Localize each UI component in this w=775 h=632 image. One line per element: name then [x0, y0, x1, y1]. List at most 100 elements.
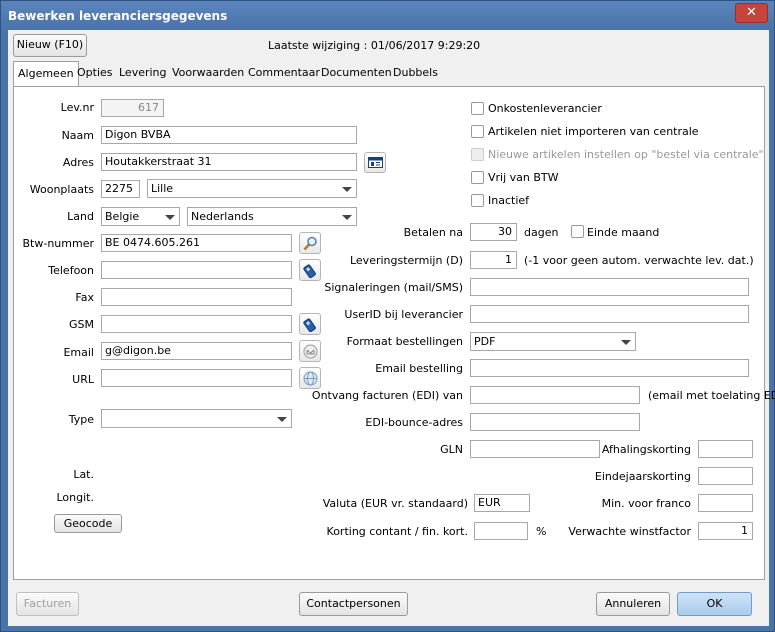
magnifier-icon: [303, 236, 317, 251]
korting-contant-label: Korting contant / fin. kort.: [326, 525, 468, 538]
land-value: Belgie: [105, 210, 140, 223]
land-select[interactable]: Belgie: [101, 207, 180, 226]
address-card-button[interactable]: [364, 152, 386, 173]
taal-select[interactable]: Nederlands: [187, 207, 357, 226]
general-tab-panel: Lev.nr 617 Naam Digon BVBA Adres Houtakk…: [13, 86, 775, 580]
tab-levering[interactable]: Levering: [119, 63, 167, 85]
edi-bounce-field[interactable]: [470, 413, 640, 431]
onkosten-label: Onkostenleverancier: [488, 102, 602, 115]
edi-bounce-label: EDI-bounce-adres: [365, 416, 463, 429]
chevron-down-icon: [277, 417, 287, 422]
btw-check-button[interactable]: [299, 232, 321, 254]
type-select[interactable]: [101, 409, 292, 428]
postcode-field[interactable]: 2275: [101, 180, 140, 198]
naam-field[interactable]: Digon BVBA: [101, 126, 357, 144]
onkosten-checkbox[interactable]: [471, 102, 484, 115]
ok-button[interactable]: OK: [677, 592, 752, 616]
ontvang-facturen-hint: (email met toelating EDI: [648, 389, 775, 402]
niet-importeren-label: Artikelen niet importeren van centrale: [488, 125, 699, 138]
btw-label: Btw-nummer: [22, 237, 95, 250]
chevron-down-icon: [342, 187, 352, 192]
telefoon-field[interactable]: [101, 261, 292, 279]
geocode-button[interactable]: Geocode: [54, 514, 122, 533]
adres-field[interactable]: Houtakkerstraat 31: [101, 153, 357, 171]
vrij-btw-label: Vrij van BTW: [488, 171, 559, 184]
lat-label: Lat.: [73, 468, 94, 481]
url-label: URL: [72, 373, 94, 386]
signaleringen-field[interactable]: [470, 278, 749, 296]
chevron-down-icon: [165, 215, 175, 220]
niet-importeren-checkbox[interactable]: [471, 125, 484, 138]
url-field[interactable]: [101, 369, 292, 387]
betalen-field[interactable]: 30: [470, 223, 517, 241]
dialog-footer: Facturen Contactpersonen Annuleren OK: [8, 580, 769, 626]
tab-commentaar[interactable]: Commentaar: [248, 63, 320, 85]
gemeente-select[interactable]: Lille: [147, 179, 357, 198]
gln-field[interactable]: [470, 440, 600, 458]
userid-field[interactable]: [470, 305, 749, 323]
gemeente-value: Lille: [151, 182, 174, 195]
formaat-label: Formaat bestellingen: [346, 335, 463, 348]
userid-label: UserID bij leverancier: [344, 308, 463, 321]
last-modified-text: Laatste wijziging : 01/06/2017 9:29:20: [268, 39, 481, 52]
gsm-field[interactable]: [101, 315, 292, 333]
levnr-field: 617: [101, 99, 164, 117]
valuta-field[interactable]: EUR: [474, 494, 530, 512]
window-title: Bewerken leveranciersgegevens: [8, 9, 228, 23]
tab-algemeen[interactable]: Algemeen: [13, 61, 79, 86]
inactief-label: Inactief: [488, 194, 530, 207]
gsm-label: GSM: [69, 318, 94, 331]
afhalingskorting-label: Afhalingskorting: [601, 443, 691, 456]
fax-field[interactable]: [101, 288, 292, 306]
einde-maand-label: Einde maand: [587, 226, 660, 239]
dialog-body: Nieuw (F10) Laatste wijziging : 01/06/20…: [8, 30, 775, 626]
address-card-icon: [368, 157, 383, 168]
tab-voorwaarden[interactable]: Voorwaarden: [172, 63, 244, 85]
bestel-via-centrale-checkbox: [471, 148, 484, 161]
vrij-btw-checkbox[interactable]: [471, 171, 484, 184]
min-franco-field[interactable]: [698, 494, 753, 512]
close-button[interactable]: ✕: [735, 3, 768, 23]
new-button[interactable]: Nieuw (F10): [13, 34, 87, 57]
tab-opties[interactable]: Opties: [77, 63, 113, 85]
btw-field[interactable]: BE 0474.605.261: [101, 234, 292, 252]
cancel-button[interactable]: Annuleren: [596, 592, 670, 616]
email-bestelling-label: Email bestelling: [375, 362, 463, 375]
formaat-select[interactable]: PDF: [470, 332, 636, 351]
chevron-down-icon: [342, 215, 352, 220]
eindejaarskorting-label: Eindejaarskorting: [594, 470, 691, 483]
signaleringen-label: Signaleringen (mail/SMS): [324, 281, 463, 294]
formaat-value: PDF: [474, 335, 496, 348]
valuta-label: Valuta (EUR vr. standaard): [322, 497, 468, 510]
email-label: Email: [63, 346, 94, 359]
taal-value: Nederlands: [191, 210, 254, 223]
email-bestelling-field[interactable]: [470, 359, 749, 377]
email-field[interactable]: g@digon.be: [101, 342, 292, 360]
naam-label: Naam: [61, 129, 94, 142]
type-label: Type: [68, 413, 94, 426]
fax-label: Fax: [75, 291, 94, 304]
betalen-label: Betalen na: [403, 226, 463, 239]
bestel-via-centrale-label: Nieuwe artikelen instellen op "bestel vi…: [488, 148, 764, 161]
tab-documenten[interactable]: Documenten: [321, 63, 392, 85]
contactpersonen-button[interactable]: Contactpersonen: [299, 592, 408, 616]
korting-contant-field[interactable]: [474, 522, 528, 540]
telefoon-label: Telefoon: [48, 264, 94, 277]
dagen-label: dagen: [524, 226, 559, 239]
leveringstermijn-field[interactable]: 1: [470, 251, 517, 269]
inactief-checkbox[interactable]: [471, 194, 484, 207]
ontvang-facturen-field[interactable]: [470, 386, 640, 404]
eindejaarskorting-field[interactable]: [698, 467, 753, 485]
afhalingskorting-field[interactable]: [698, 440, 753, 458]
adres-label: Adres: [62, 156, 94, 169]
land-label: Land: [67, 210, 94, 223]
winstfactor-field[interactable]: 1: [698, 522, 753, 540]
einde-maand-checkbox[interactable]: [571, 225, 584, 238]
min-franco-label: Min. voor franco: [601, 497, 691, 510]
title-bar[interactable]: Bewerken leveranciersgegevens ✕: [1, 1, 774, 30]
ontvang-facturen-label: Ontvang facturen (EDI) van: [311, 389, 463, 402]
woonplaats-label: Woonplaats: [29, 183, 94, 196]
tab-dubbels[interactable]: Dubbels: [393, 63, 438, 85]
dialog-window: Bewerken leveranciersgegevens ✕ Nieuw (F…: [0, 0, 775, 632]
levnr-label: Lev.nr: [60, 101, 94, 114]
